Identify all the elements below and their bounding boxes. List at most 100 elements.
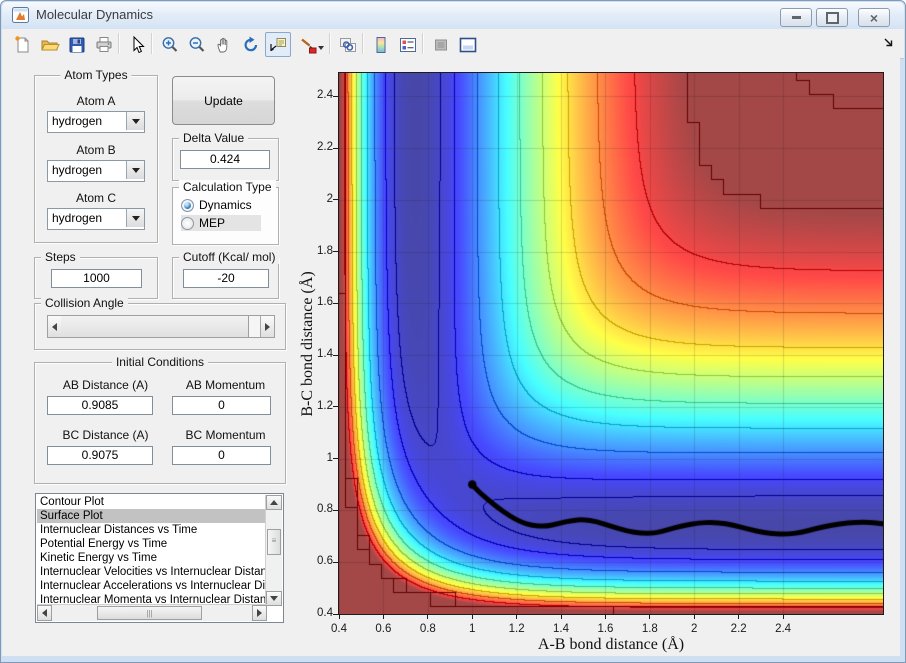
rotate-3d-button[interactable]: [238, 32, 264, 57]
zoom-out-button[interactable]: [184, 32, 210, 57]
insert-colorbar-button[interactable]: [368, 32, 394, 57]
slider-right-button[interactable]: [260, 316, 274, 337]
data-cursor-button[interactable]: [265, 32, 291, 57]
tick-mark: [427, 614, 429, 619]
hand-pan-icon: [217, 37, 228, 52]
bc-distance-field[interactable]: 0.9075: [47, 446, 153, 465]
hide-plot-tools-button[interactable]: [428, 32, 454, 57]
arrow-down-icon: [270, 596, 278, 601]
save-figure-button[interactable]: [64, 32, 90, 57]
initial-conditions-panel: Initial Conditions AB Distance (A) AB Mo…: [34, 355, 286, 484]
tick-mark: [333, 251, 339, 253]
show-plot-tools-button[interactable]: [455, 32, 481, 57]
atom-a-dropdown[interactable]: hydrogen: [47, 111, 145, 133]
open-folder-icon: [41, 40, 60, 50]
tick-label: 0.6: [375, 623, 392, 635]
list-item[interactable]: Internuclear Distances vs Time: [37, 523, 267, 537]
atom-b-dropdown-button[interactable]: [126, 161, 144, 179]
toolbar-separator: [422, 33, 424, 54]
link-chain-icon: [340, 37, 356, 52]
tick-mark: [333, 406, 339, 408]
plot-type-list: Contour Plot Surface Plot Internuclear D…: [37, 495, 267, 606]
list-item[interactable]: Internuclear Velocities vs Internuclear …: [37, 565, 267, 579]
toolbar-separator: [118, 33, 120, 54]
atom-b-dropdown[interactable]: hydrogen: [47, 160, 145, 182]
potential-energy-surface[interactable]: [339, 73, 883, 614]
atom-c-dropdown-button[interactable]: [126, 209, 144, 227]
tick-label: 2: [691, 623, 698, 635]
radio-mep[interactable]: MEP: [181, 215, 261, 231]
edit-plot-button[interactable]: [124, 32, 150, 57]
tick-mark: [338, 614, 340, 619]
atom-types-panel: Atom Types Atom A hydrogen Atom B hydrog…: [34, 68, 158, 243]
ab-momentum-label: AB Momentum: [185, 378, 266, 392]
tick-label: 2.4: [317, 89, 333, 102]
print-figure-button[interactable]: [91, 32, 117, 57]
chevron-down-icon: [131, 215, 140, 221]
new-figure-button[interactable]: [10, 32, 36, 57]
scroll-up-button[interactable]: [266, 495, 282, 510]
collision-angle-slider[interactable]: [47, 315, 275, 338]
chevron-down-icon: [131, 118, 140, 124]
bc-momentum-label: BC Momentum: [185, 428, 266, 442]
vertical-scroll-thumb[interactable]: ≡: [267, 529, 281, 555]
ab-distance-field[interactable]: 0.9085: [47, 396, 153, 415]
list-item[interactable]: Internuclear Accelerations vs Internucle…: [37, 579, 267, 593]
tick-label: 0.8: [317, 503, 333, 516]
list-item[interactable]: Kinetic Energy vs Time: [37, 551, 267, 565]
cutoff-field[interactable]: -20: [183, 269, 269, 288]
arrow-up-icon: [270, 500, 278, 505]
delta-value-legend: Delta Value: [179, 131, 249, 145]
chevron-down-icon: [131, 167, 140, 173]
data-cursor-icon: [270, 37, 286, 51]
title-bar[interactable]: Molecular Dynamics ×: [2, 2, 904, 30]
tick-mark: [693, 614, 695, 619]
list-item-selected[interactable]: Surface Plot: [37, 509, 267, 523]
update-button[interactable]: Update: [172, 76, 275, 125]
brush-dropdown-caret[interactable]: [318, 46, 324, 50]
scroll-left-button[interactable]: [37, 605, 52, 621]
insert-legend-button[interactable]: [395, 32, 421, 57]
horizontal-scrollbar[interactable]: |||: [37, 604, 267, 621]
plot-type-listbox[interactable]: Contour Plot Surface Plot Internuclear D…: [35, 493, 284, 623]
atom-a-dropdown-button[interactable]: [126, 112, 144, 130]
scroll-down-button[interactable]: [266, 591, 282, 606]
tick-mark: [333, 354, 339, 356]
atom-c-value: hydrogen: [52, 211, 103, 225]
zoom-in-button[interactable]: [157, 32, 183, 57]
hide-plot-tools-icon: [435, 39, 447, 50]
tick-mark: [333, 561, 339, 563]
pan-button[interactable]: [211, 32, 237, 57]
cutoff-legend: Cutoff (Kcal/ mol): [179, 250, 280, 264]
tick-label: 1: [469, 623, 476, 635]
atom-c-dropdown[interactable]: hydrogen: [47, 208, 145, 230]
brush-data-button[interactable]: [294, 32, 326, 57]
vertical-scrollbar[interactable]: ≡: [265, 495, 282, 606]
radio-unselected-icon: [181, 216, 194, 230]
list-item[interactable]: Contour Plot: [37, 495, 267, 509]
tick-mark: [333, 613, 339, 615]
link-plot-button[interactable]: [335, 32, 361, 57]
tick-label: 2.2: [317, 141, 333, 154]
tick-mark: [333, 509, 339, 511]
minimize-button[interactable]: [780, 8, 812, 27]
tick-label: 0.8: [419, 623, 436, 635]
tick-label: 2: [326, 192, 333, 205]
close-button[interactable]: ×: [858, 8, 890, 27]
slider-thumb[interactable]: [61, 316, 249, 337]
delta-value-field[interactable]: 0.424: [180, 150, 270, 169]
horizontal-scroll-thumb[interactable]: |||: [97, 606, 202, 620]
radio-dynamics[interactable]: Dynamics: [181, 197, 252, 213]
ab-momentum-field[interactable]: 0: [172, 396, 271, 415]
radio-selected-icon: [181, 198, 194, 212]
arrow-right-icon: [265, 322, 270, 331]
bc-momentum-field[interactable]: 0: [172, 446, 271, 465]
tick-label: 2.4: [775, 623, 792, 635]
open-file-button[interactable]: [37, 32, 63, 57]
steps-field[interactable]: 1000: [51, 269, 142, 288]
scroll-right-button[interactable]: [252, 605, 267, 621]
slider-left-button[interactable]: [48, 316, 62, 337]
list-item[interactable]: Potential Energy vs Time: [37, 537, 267, 551]
toolbar-overflow-arrow[interactable]: [883, 37, 894, 48]
maximize-button[interactable]: [816, 8, 848, 27]
